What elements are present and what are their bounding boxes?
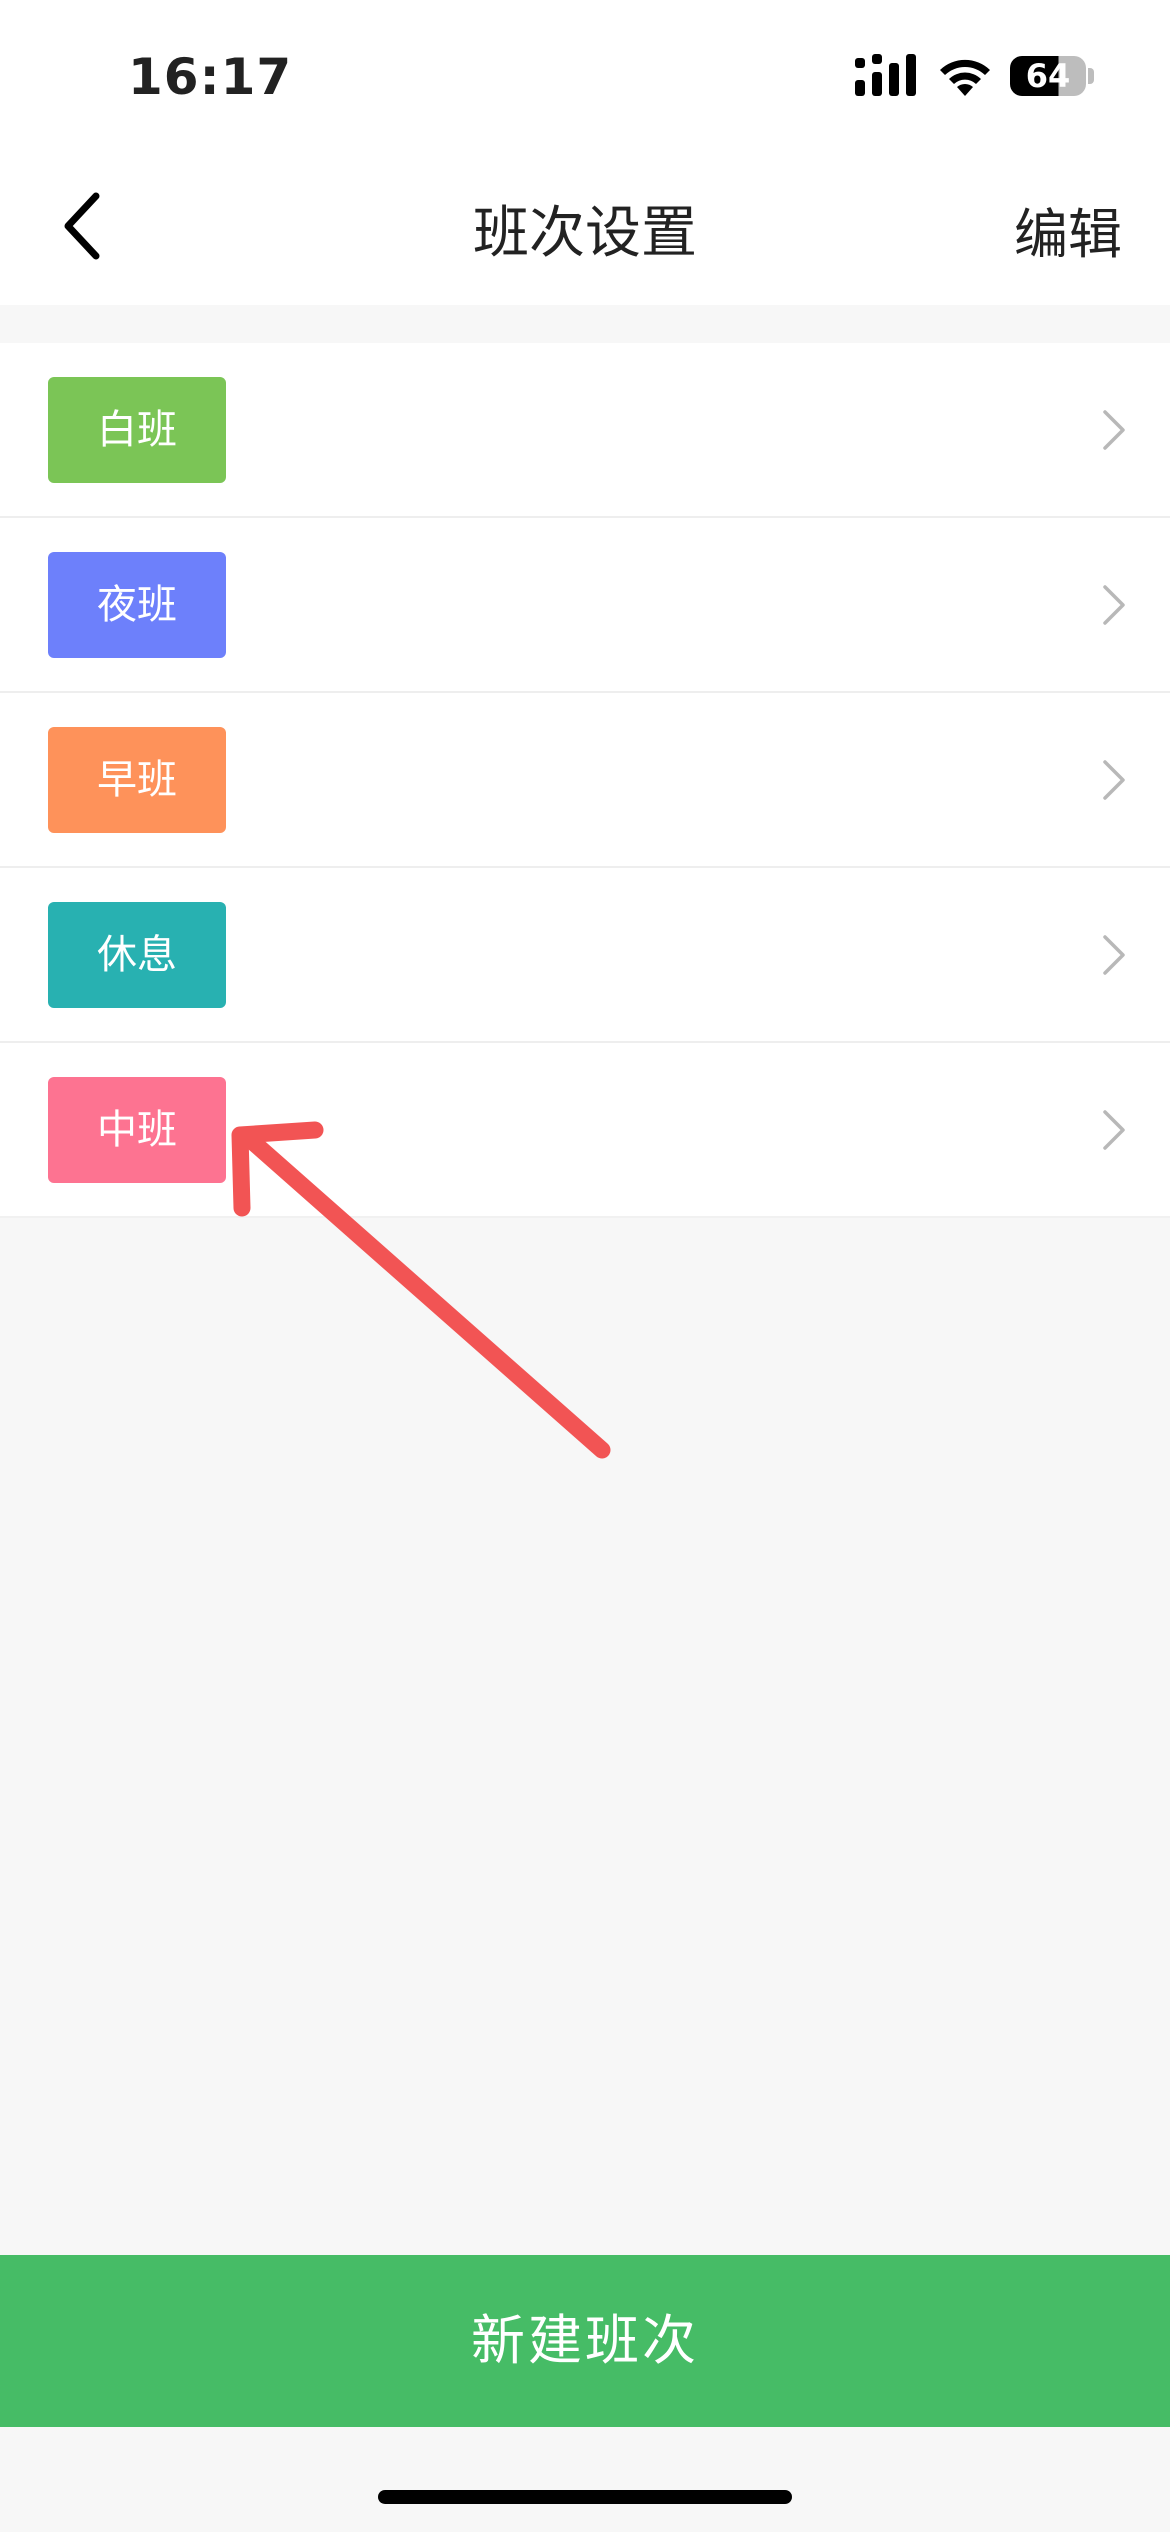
chevron-right-icon [1103, 1110, 1125, 1150]
shift-row-day[interactable]: 白班 [0, 343, 1170, 518]
battery-icon: 64 [1010, 56, 1086, 96]
shift-tag: 夜班 [48, 552, 226, 658]
shift-row-morning[interactable]: 早班 [0, 693, 1170, 868]
status-time: 16:17 [128, 48, 293, 106]
battery-tip [1088, 68, 1094, 84]
shift-row-middle[interactable]: 中班 [0, 1043, 1170, 1218]
chevron-right-icon [1103, 760, 1125, 800]
battery-level: 64 [1025, 57, 1071, 95]
shift-row-rest[interactable]: 休息 [0, 868, 1170, 1043]
status-bar: 16:17 64 [0, 0, 1170, 150]
shift-tag: 中班 [48, 1077, 226, 1183]
chevron-right-icon [1103, 935, 1125, 975]
shift-tag: 白班 [48, 377, 226, 483]
edit-button[interactable]: 编辑 [1014, 190, 1122, 269]
nav-bar: 班次设置 编辑 [0, 150, 1170, 305]
new-shift-button[interactable]: 新建班次 [0, 2255, 1170, 2427]
shift-tag: 休息 [48, 902, 226, 1008]
chevron-right-icon [1103, 585, 1125, 625]
shift-tag: 早班 [48, 727, 226, 833]
shift-row-night[interactable]: 夜班 [0, 518, 1170, 693]
signal-icon [855, 54, 916, 96]
home-indicator [378, 2490, 792, 2504]
wifi-icon [940, 59, 990, 96]
page-title: 班次设置 [473, 201, 697, 266]
shift-list: 白班 夜班 早班 休息 中班 [0, 343, 1170, 1218]
chevron-right-icon [1103, 410, 1125, 450]
